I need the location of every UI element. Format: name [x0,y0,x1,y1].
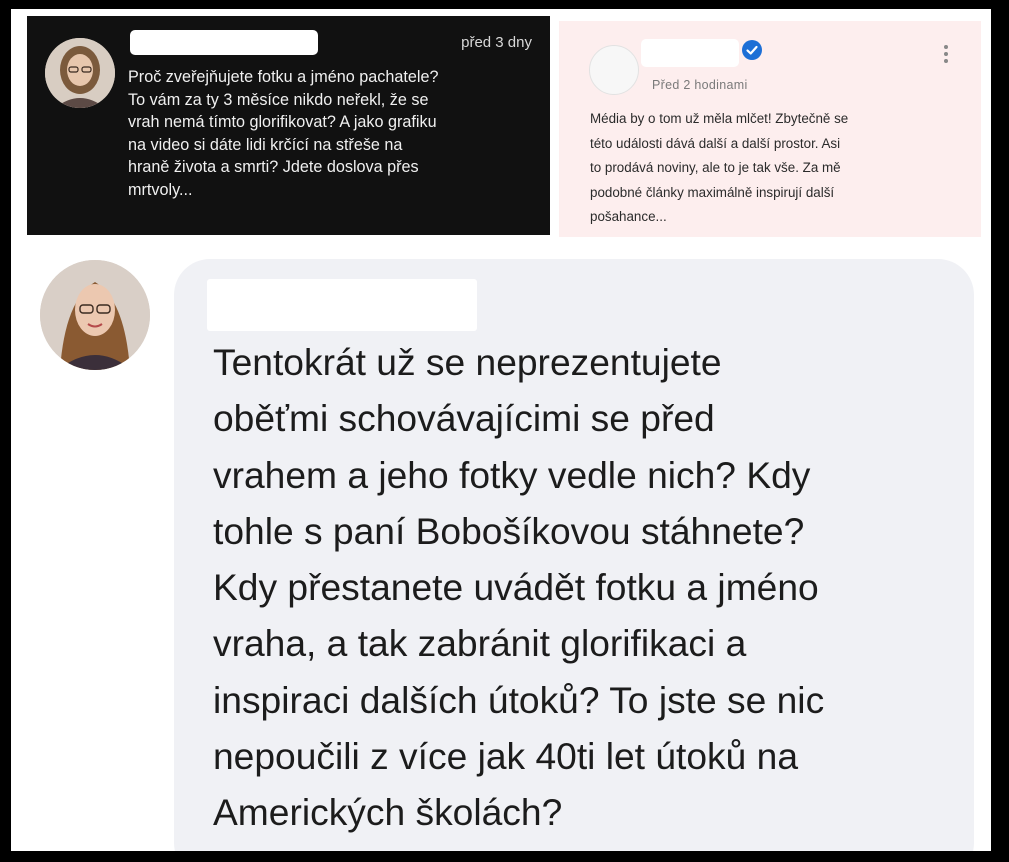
comment-line: Tentokrát už se neprezentujete [213,341,722,383]
comment-text: Média by o tom už měla mlčet! Zbytečně s… [590,107,960,230]
comment-line: oběťmi schovávajícimi se před [213,397,715,440]
redacted-username [207,279,477,331]
comment-line: inspiraci dalších útoků? To jste se nic [213,678,825,721]
avatar[interactable] [45,38,115,108]
comment-line: to prodává noviny, ale to je tak vše. Za… [590,160,841,175]
comment-line: Média by o tom už měla mlčet! Zbytečně s… [590,111,849,126]
timestamp: před 3 dny [461,34,532,51]
comment-dark: před 3 dny Proč zveřejňujete fotku a jmé… [27,16,550,235]
avatar[interactable] [40,260,150,370]
avatar-photo-icon [40,260,150,370]
comment-line: Kdy přestanete uvádět fotku a jméno [213,566,819,609]
comment-line: tohle s paní Bobošíkovou stáhnete? [213,509,805,552]
comment-line: mrtvoly... [128,180,193,199]
comment-text: Tentokrát už se neprezentujete oběťmi sc… [213,334,973,841]
more-vertical-icon[interactable] [943,43,949,65]
avatar[interactable] [589,45,639,95]
comment-line: na video si dáte lidi krčící na střeše n… [128,135,403,154]
avatar-photo-icon [45,38,115,108]
redacted-username [130,30,318,55]
comment-line: hraně života a smrti? Jdete doslova přes [128,158,419,177]
comment-line: To vám za ty 3 měsíce nikdo neřekl, že s… [128,90,429,109]
comment-line: nepoučili z více jak 40ti let útoků na [213,735,799,778]
comment-line: podobné články maximálně inspirují další [590,184,835,200]
comment-pink: Před 2 hodinami Média by o tom už měla m… [559,21,981,237]
comment-line: Amerických školách? [213,791,563,834]
screenshot-collage: před 3 dny Proč zveřejňujete fotku a jmé… [11,9,991,851]
comment-line: vrahem a jeho fotky vedle nich? Kdy [213,453,811,496]
comment-line: vrah nemá tímto glorifikovat? A jako gra… [128,113,437,132]
comment-text: Proč zveřejňujete fotku a jméno pachatel… [128,66,543,202]
redacted-username [641,39,739,67]
comment-line: Proč zveřejňujete fotku a jméno pachatel… [128,68,439,86]
timestamp: Před 2 hodinami [652,78,748,92]
verified-badge-icon [742,40,762,60]
comment-line: vraha, a tak zabránit glorifikaci a [213,622,747,665]
comment-line: této události dává další a další prostor… [590,135,841,151]
comment-line: pošahance... [590,209,667,224]
